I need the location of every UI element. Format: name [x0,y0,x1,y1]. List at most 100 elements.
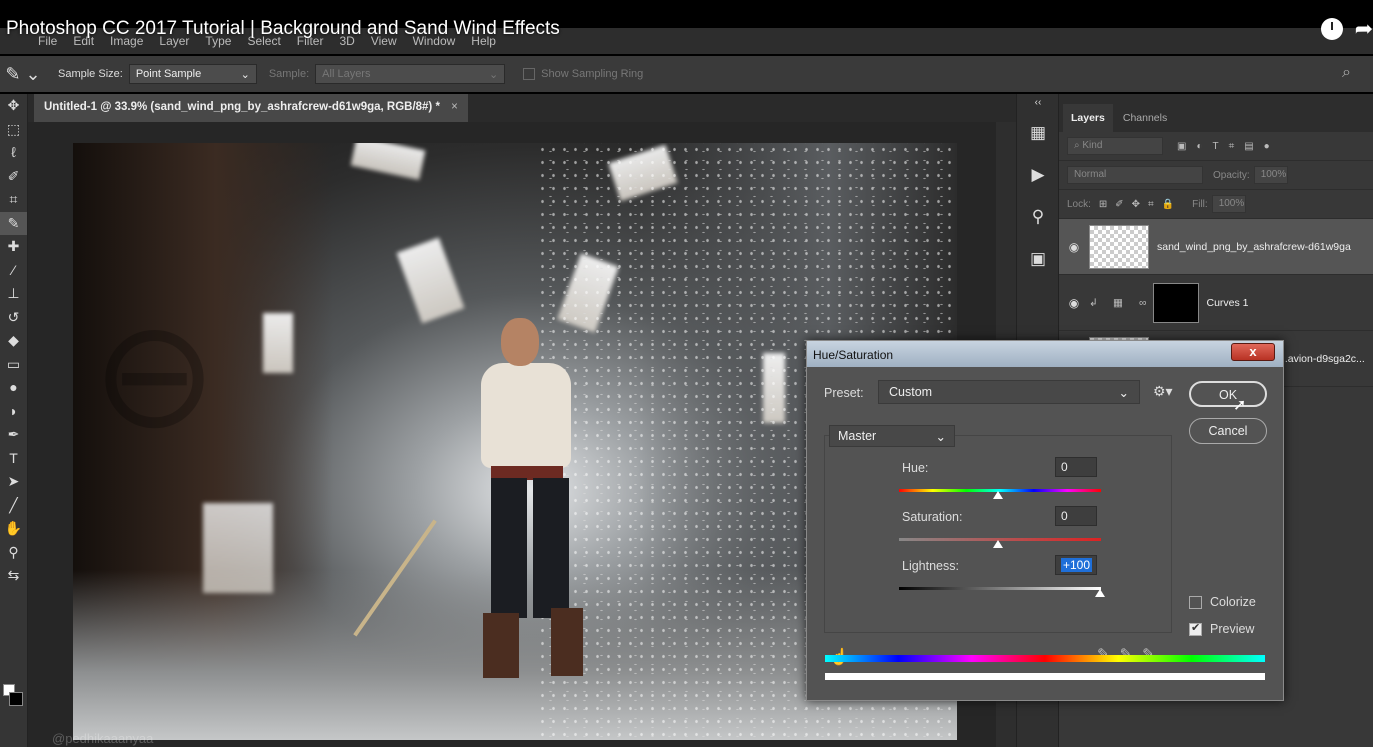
swap-colors-icon[interactable]: ⇆ [0,564,27,588]
opacity-label: Opacity: [1213,169,1250,181]
figure-head [501,318,539,366]
eraser-tool-icon[interactable]: ◆ [0,329,27,353]
eyedropper-tool-icon[interactable]: ✎ ⌄ [0,64,46,85]
light-window [263,313,293,373]
chevron-down-icon: ⌄ [488,68,499,81]
figure-boot [483,613,519,678]
clip-arrow-icon: ↲ [1089,296,1098,309]
background-color-swatch[interactable] [9,692,23,706]
dialog-body: Preset: Custom ⌄ ⚙▾ OK Cancel ➚ Master ⌄… [807,367,1283,700]
path-select-tool-icon[interactable]: ➤ [0,470,27,494]
collapse-icon[interactable]: ‹‹ [1017,94,1059,112]
preview-checkbox[interactable] [1189,621,1202,636]
opacity-field[interactable]: 100% [1253,166,1288,184]
pen-tool-icon[interactable]: ✒ [0,423,27,447]
lasso-tool-icon[interactable]: ℓ [0,141,27,165]
layer-name: ...avion-d9sga2c... [1279,352,1365,365]
eye-icon[interactable]: ◉ [1059,296,1089,310]
layer-row[interactable]: ◉ sand_wind_png_by_ashrafcrew-d61w9ga [1059,219,1373,275]
show-sampling-ring-checkbox[interactable] [523,68,536,80]
line-tool-icon[interactable]: ╱ [0,494,27,518]
layer-thumbnail [1089,224,1149,269]
link-icon: ∞ [1139,296,1147,309]
kind-filter-select[interactable]: ⌕ Kind [1067,137,1163,155]
lock-row: Lock: ⊞✐✥⌗🔒 Fill: 100% [1059,190,1373,219]
crop-tool-icon[interactable]: ⌗ [0,188,27,212]
hue-label: Hue: [902,461,929,475]
layer-mask-thumbnail [1152,282,1199,323]
sample-value: All Layers [322,68,371,80]
sample-size-value: Point Sample [135,68,202,80]
lightness-slider-track[interactable] [899,587,1101,590]
gradient-tool-icon[interactable]: ▭ [0,353,27,377]
document-tabs: Untitled-1 @ 33.9% (sand_wind_png_by_ash… [28,94,1016,122]
tab-layers[interactable]: Layers [1063,104,1113,132]
subject-figure [353,318,603,683]
light-window [203,503,273,593]
dialog-title: Hue/Saturation [813,348,894,362]
lightness-field[interactable]: +100 [1055,555,1097,575]
brush-tool-icon[interactable]: ⁄ [0,259,27,283]
close-icon[interactable]: × [451,101,458,113]
tab-channels[interactable]: Channels [1115,104,1175,132]
layer-name: sand_wind_png_by_ashrafcrew-d61w9ga [1157,240,1351,253]
move-tool-icon[interactable]: ✥ [0,94,27,118]
video-title[interactable]: Photoshop CC 2017 Tutorial | Background … [6,18,560,40]
lightness-slider-thumb[interactable] [1095,589,1105,597]
chevron-down-icon: ⌄ [240,68,250,81]
quick-select-tool-icon[interactable]: ✐ [0,165,27,189]
colorize-checkbox[interactable] [1189,596,1202,609]
watch-later-icon[interactable] [1320,18,1343,40]
dialog-close-button[interactable]: x [1231,343,1275,361]
dialog-titlebar[interactable]: Hue/Saturation x [807,341,1283,367]
properties-icon[interactable]: ⚲ [1017,196,1059,238]
saturation-field[interactable]: 0 [1055,506,1097,526]
grid-icon[interactable]: ▦ [1017,112,1059,154]
play-icon[interactable]: ▶ [1017,154,1059,196]
flying-paper [396,237,465,324]
chevron-down-icon: ⌄ [1118,386,1129,400]
figure-boot [551,608,583,676]
healing-brush-tool-icon[interactable]: ✚ [0,235,27,259]
layer-row[interactable]: ◉ ↲ ▦ ∞ Curves 1 [1059,275,1373,331]
clone-stamp-tool-icon[interactable]: ⊥ [0,282,27,306]
ok-button[interactable]: OK [1189,381,1267,407]
eyedropper-tool-icon[interactable]: ✎ [0,211,27,235]
share-icon[interactable]: ➦ [1355,18,1373,40]
fill-field[interactable]: 100% [1211,195,1246,213]
channel-value: Master [838,429,877,443]
sample-size-select[interactable]: Point Sample ⌄ [128,64,257,84]
lock-icons[interactable]: ⊞✐✥⌗🔒 [1099,199,1182,210]
figure-shirt [481,363,571,468]
hue-saturation-dialog: Hue/Saturation x Preset: Custom ⌄ ⚙▾ OK … [806,340,1284,701]
hue-field[interactable]: 0 [1055,457,1097,477]
saturation-slider-thumb[interactable] [993,540,1003,548]
document-tab[interactable]: Untitled-1 @ 33.9% (sand_wind_png_by_ash… [34,94,468,122]
libraries-icon[interactable]: ▣ [1017,238,1059,280]
search-icon[interactable]: ⌕ [1342,64,1351,82]
sample-label: Sample: [268,68,310,80]
lock-label: Lock: [1067,198,1091,210]
eye-icon[interactable]: ◉ [1059,240,1089,254]
sample-select[interactable]: All Layers ⌄ [315,64,506,84]
hue-slider-thumb[interactable] [993,491,1003,499]
mouse-cursor-icon: ➚ [1233,397,1247,414]
preset-select[interactable]: Custom ⌄ [878,380,1140,404]
filter-type-icons[interactable]: ▣◐T⌗▤● [1177,141,1280,152]
preset-value: Custom [889,385,933,399]
gear-icon[interactable]: ⚙▾ [1153,383,1173,400]
history-brush-tool-icon[interactable]: ↺ [0,306,27,330]
blend-mode-select[interactable]: Normal [1067,166,1203,184]
options-bar: ✎ ⌄ Sample Size: Point Sample ⌄ Sample: … [0,56,1373,92]
show-sampling-ring-label: Show Sampling Ring [541,68,644,80]
type-tool-icon[interactable]: T [0,447,27,471]
figure-legs [491,478,569,618]
marquee-tool-icon[interactable]: ⬚ [0,118,27,142]
channel-select[interactable]: Master ⌄ [829,425,955,447]
hand-tool-icon[interactable]: ✋ [0,517,27,541]
cancel-button[interactable]: Cancel [1189,418,1267,444]
blur-tool-icon[interactable]: ● [0,376,27,400]
dodge-tool-icon[interactable]: ◗ [0,400,27,424]
flying-paper [350,143,426,180]
zoom-tool-icon[interactable]: ⚲ [0,541,27,565]
